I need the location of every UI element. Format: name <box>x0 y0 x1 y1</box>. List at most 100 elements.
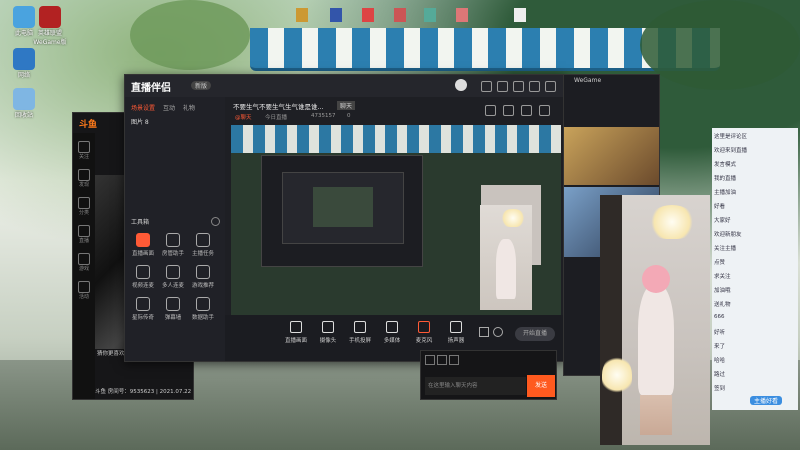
compass-icon[interactable] <box>78 169 90 181</box>
settings-icon[interactable] <box>497 81 508 92</box>
task-icon <box>196 233 210 247</box>
camera-overlay-small <box>480 205 532 310</box>
desktop-shortcut-icon[interactable] <box>456 8 468 22</box>
source-row[interactable] <box>125 133 225 145</box>
emoji-icon[interactable] <box>425 355 435 365</box>
tool-game-recommend[interactable]: 游戏推荐 <box>191 265 215 289</box>
desktop-icon-game[interactable]: 英雄联盟 WeGame版 <box>30 6 70 46</box>
star-icon <box>136 297 150 311</box>
desktop-icon-network[interactable]: 网络 <box>4 48 44 79</box>
wallpaper-tree <box>640 0 800 90</box>
tab-interact[interactable]: 互动 <box>163 103 175 112</box>
copy-icon[interactable] <box>503 105 514 116</box>
scene-item[interactable]: 图片 8 <box>125 117 225 129</box>
lock-icon[interactable] <box>521 105 532 116</box>
streamer-figure <box>496 239 516 299</box>
close-icon[interactable] <box>545 81 556 92</box>
phone-cast-button[interactable]: 手机投屏 <box>345 321 375 344</box>
chat-line: 这里是评论区 <box>714 134 748 140</box>
tool-tasks[interactable]: 主播任务 <box>191 233 215 257</box>
avatar[interactable] <box>455 79 467 91</box>
speaker-button[interactable]: 扬声器 <box>441 321 471 344</box>
preview-nested-window-inner <box>282 172 404 244</box>
grid-icon[interactable] <box>78 197 90 209</box>
camera-button[interactable]: 摄像头 <box>313 321 343 344</box>
stream-category[interactable]: @聊天 <box>235 113 252 121</box>
gamepad-icon[interactable] <box>78 253 90 265</box>
tool-live-screen[interactable]: 直播画面 <box>131 233 155 257</box>
version-badge[interactable]: 新版 <box>191 81 212 90</box>
chat-icon <box>166 297 180 311</box>
tool-label: 直播画面 <box>131 251 154 257</box>
tools-more-icon[interactable] <box>211 217 220 226</box>
stream-title[interactable]: 不要生气不要生气生气谁是谁... <box>233 101 324 111</box>
tab-gift[interactable]: 礼物 <box>183 103 195 112</box>
start-live-button[interactable]: 开始直播 <box>515 327 555 341</box>
stream-tag[interactable]: 聊天 <box>337 101 356 110</box>
speaker-icon <box>450 321 462 333</box>
source-row[interactable] <box>125 147 225 159</box>
desktop-shortcut-icon[interactable] <box>424 8 436 22</box>
tool-danmaku[interactable]: 弹幕墙 <box>161 297 185 321</box>
tool-label: 多人连麦 <box>161 283 184 289</box>
settings-icon[interactable] <box>493 327 503 337</box>
streamer-figure <box>638 285 674 395</box>
network-icon <box>13 48 35 70</box>
tab-scene[interactable]: 场景设置 <box>131 103 155 112</box>
douyu-nav-label: 直播 <box>78 238 89 244</box>
tool-label: 游戏推荐 <box>191 283 214 289</box>
tool-multi-link[interactable]: 多人连麦 <box>161 265 185 289</box>
wegame-title: WeGame <box>574 77 602 84</box>
desktop-shortcut-icon[interactable] <box>330 8 342 22</box>
gift-icon[interactable] <box>485 105 496 116</box>
desktop-shortcut-icon[interactable] <box>394 8 406 22</box>
stream-meta: 今日直播 <box>265 115 288 121</box>
fans-icon[interactable] <box>449 355 459 365</box>
door-frame <box>600 195 622 445</box>
media-icon <box>386 321 398 333</box>
chat-input[interactable]: 在这里输入聊天内容 <box>425 377 526 395</box>
source-row[interactable] <box>125 175 225 187</box>
tools-header: 工具箱 <box>131 219 150 226</box>
chat-line: 来了 <box>714 344 726 350</box>
tool-label: 主播任务 <box>191 251 214 257</box>
chat-send-button[interactable]: 主播好看 <box>750 396 783 405</box>
wegame-banner[interactable] <box>564 127 659 185</box>
send-button[interactable]: 发送 <box>527 375 555 397</box>
tool-data[interactable]: 数据助手 <box>191 297 215 321</box>
chat-line: 大家好 <box>714 218 731 224</box>
wallpaper-tree <box>130 0 250 70</box>
record-icon[interactable] <box>479 327 489 337</box>
tool-room-manager[interactable]: 房管助手 <box>161 233 185 257</box>
live-screen-button[interactable]: 直播画面 <box>281 321 311 344</box>
tv-icon[interactable] <box>78 225 90 237</box>
camera-overlay <box>600 195 710 445</box>
source-row[interactable] <box>125 189 225 201</box>
heart-icon[interactable] <box>78 141 90 153</box>
title-bar: 直播伴侣 新版 <box>125 75 565 97</box>
chat-line: 好听 <box>714 330 726 336</box>
message-icon[interactable] <box>481 81 492 92</box>
desktop-shortcut-icon[interactable] <box>362 8 374 22</box>
tool-video-link[interactable]: 视频连麦 <box>131 265 155 289</box>
chat-line: 发言模式 <box>714 162 737 168</box>
desktop-shortcut-icon[interactable] <box>514 8 526 22</box>
chat-line: 哈哈 <box>714 358 726 364</box>
douyu-nav-label: 发现 <box>78 182 89 188</box>
media-button[interactable]: 多媒体 <box>377 321 407 344</box>
share-icon[interactable] <box>539 105 550 116</box>
douyu-logo: 斗鱼 <box>79 120 98 130</box>
gift-icon[interactable] <box>78 281 90 293</box>
douyu-chat-box: 在这里输入聊天内容 发送 <box>420 350 557 400</box>
menu-icon[interactable] <box>513 81 524 92</box>
chat-line: 666 <box>714 314 725 320</box>
gift-icon[interactable] <box>437 355 447 365</box>
microphone-button[interactable]: 麦克风 <box>409 321 439 344</box>
butterfly-sticker <box>602 355 632 395</box>
bottom-button-label: 扬声器 <box>447 338 465 344</box>
desktop-icon-recycle[interactable]: 回收站 <box>4 88 44 119</box>
minimize-icon[interactable] <box>529 81 540 92</box>
desktop-shortcut-icon[interactable] <box>296 8 308 22</box>
tool-star[interactable]: 星际传奇 <box>131 297 155 321</box>
source-row[interactable] <box>125 161 225 173</box>
